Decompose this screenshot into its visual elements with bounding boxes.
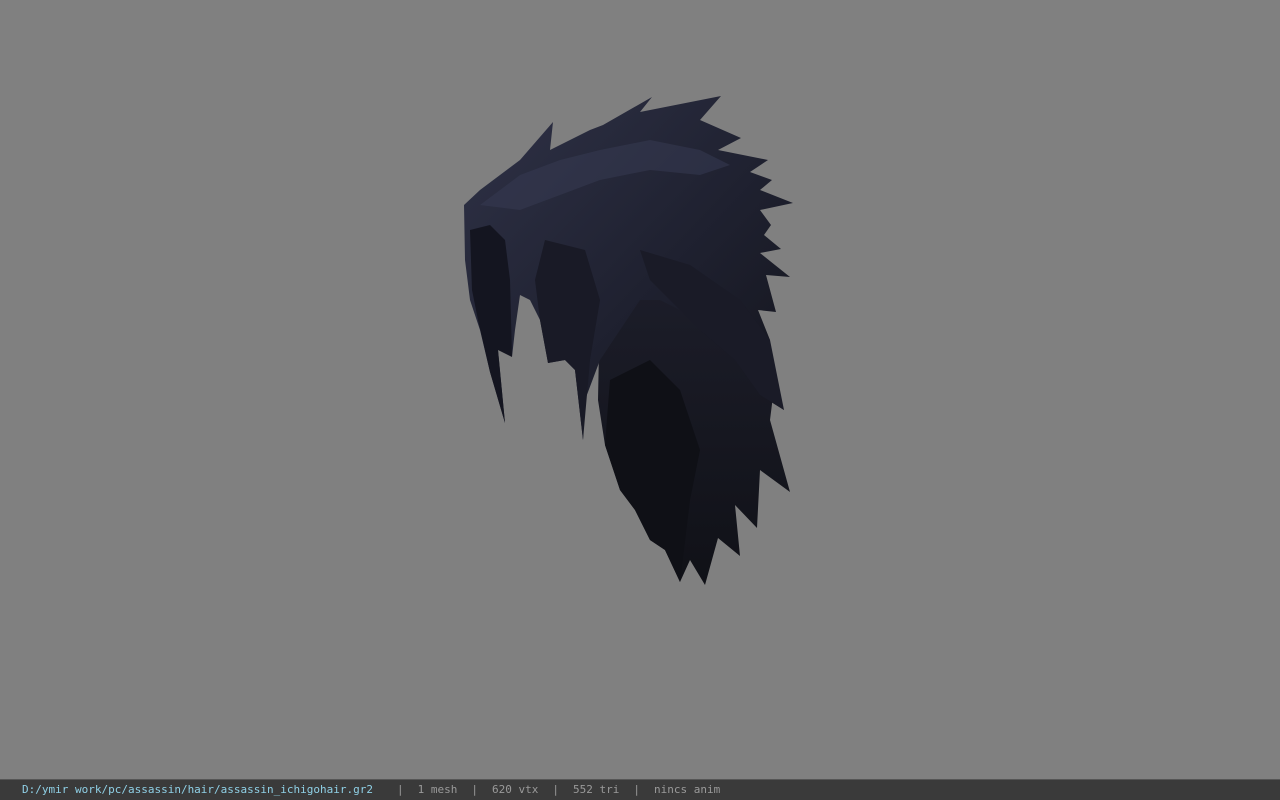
separator: | xyxy=(552,783,559,796)
3d-viewport[interactable] xyxy=(0,0,1280,779)
vertex-count: 620 vtx xyxy=(492,783,539,796)
separator: | xyxy=(471,783,478,796)
hair-strands-left xyxy=(470,225,512,423)
triangle-count: 552 tri xyxy=(572,783,620,796)
mesh-count: 1 mesh xyxy=(417,783,458,796)
separator: | xyxy=(397,783,404,796)
separator: | xyxy=(633,783,640,796)
animation-status: nincs anim xyxy=(653,783,721,796)
hair-model-render xyxy=(464,96,793,585)
status-bar: D:/ymir work/pc/assassin/hair/assassin_i… xyxy=(0,779,1280,800)
hair-strands-center xyxy=(535,240,600,440)
file-path: D:/ymir work/pc/assassin/hair/assassin_i… xyxy=(22,783,373,796)
